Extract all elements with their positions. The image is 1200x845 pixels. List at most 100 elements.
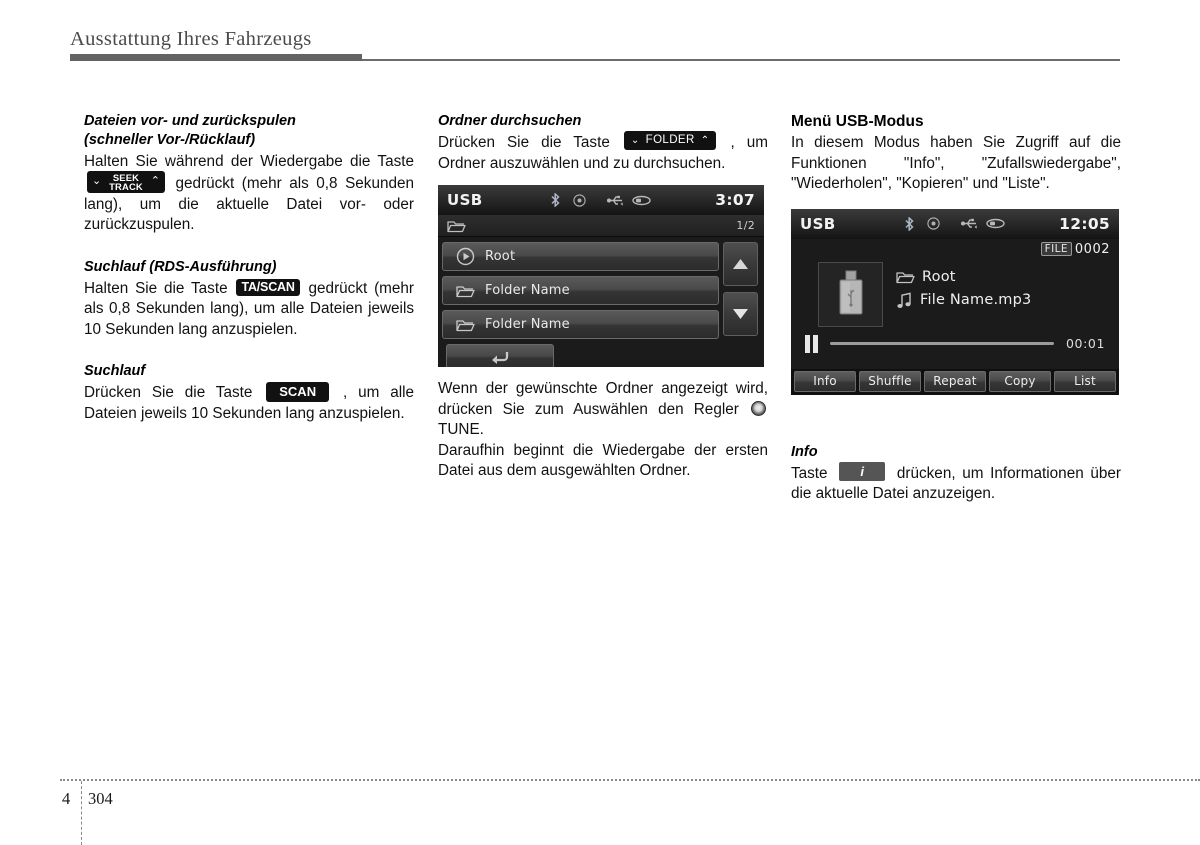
- heading-usb-menu: Menü USB-Modus: [791, 113, 924, 130]
- footer-divider: [60, 779, 1200, 781]
- text-before-seek-key: Halten Sie während der Wiedergabe die Ta…: [84, 153, 414, 170]
- softkey-list[interactable]: List: [1054, 370, 1116, 392]
- list-item[interactable]: Folder Name: [442, 310, 719, 339]
- softkey-shuffle[interactable]: Shuffle: [859, 370, 921, 392]
- chevron-up-icon: ⌃: [700, 134, 710, 146]
- softkey-repeat[interactable]: Repeat: [924, 370, 986, 392]
- footer-chapter-number: 4: [62, 789, 71, 808]
- chevron-up-icon: ⌃: [150, 174, 160, 187]
- heading-scan: Suchlauf: [84, 363, 146, 379]
- screen-list-area: Root Folder Name Folder Name: [438, 237, 764, 367]
- back-button[interactable]: [446, 344, 554, 367]
- paragraph-scan: Drücken Sie die Taste SCAN , um alle Dat…: [84, 382, 414, 424]
- list-item[interactable]: Folder Name: [442, 276, 719, 305]
- folder-icon: [456, 318, 475, 332]
- usb-icon: [607, 195, 625, 206]
- paragraph-browse-folder: Drücken Sie die Taste ⌄ FOLDER ⌃ , um Or…: [438, 131, 768, 174]
- paragraph-usb-menu: In diesem Modus haben Sie Zugriff auf di…: [791, 134, 1121, 192]
- file-meta-row: File Name.mp3: [896, 292, 1031, 309]
- column-middle: Ordner durchsuchen Drücken Sie die Taste…: [438, 112, 768, 482]
- list-item-label: Folder Name: [485, 283, 570, 298]
- screen-status-bar: USB: [438, 185, 764, 215]
- folder-icon: [456, 284, 475, 298]
- pause-icon[interactable]: [805, 334, 818, 353]
- footer-page-number: 304: [88, 789, 113, 808]
- source-label: USB: [800, 214, 836, 233]
- column-left: Dateien vor- und zurückspulen (schneller…: [84, 112, 414, 424]
- list-item[interactable]: Root: [442, 242, 719, 271]
- scroll-down-button[interactable]: [723, 292, 758, 336]
- heading-fast-forward-rewind: Dateien vor- und zurückspulen (schneller…: [84, 112, 414, 150]
- source-label: USB: [447, 191, 483, 209]
- text-before-folder-key: Drücken Sie die Taste: [438, 134, 610, 151]
- chevron-down-icon: ⌄: [630, 134, 640, 146]
- paragraph-playback-start: Daraufhin beginnt die Wiedergabe der ers…: [438, 441, 768, 480]
- header-rule-thin: [362, 59, 1120, 61]
- scrollbar[interactable]: [723, 242, 758, 342]
- tune-knob-icon: [751, 400, 766, 416]
- file-badge-label: FILE: [1040, 242, 1072, 256]
- paragraph-fast-forward-rewind: Halten Sie während der Wiedergabe die Ta…: [84, 152, 414, 236]
- seek-track-key: ⌄ SEEK TRACK ⌃: [87, 170, 165, 193]
- heading-info: Info: [791, 443, 818, 460]
- paragraph-info: Taste i drücken, um Informationen über d…: [791, 461, 1121, 505]
- column-right: Menü USB-Modus In diesem Modus haben Sie…: [791, 112, 1121, 505]
- scan-key: SCAN: [266, 382, 330, 402]
- screen-path-bar: 1/2: [438, 215, 764, 237]
- music-note-icon: [896, 292, 913, 309]
- folder-icon: [447, 219, 466, 233]
- text-before-info-key: Taste: [791, 464, 828, 482]
- bluetooth-icon: [905, 216, 914, 231]
- text-before-scan-key: Drücken Sie die Taste: [84, 384, 253, 402]
- heading-browse-folder: Ordner durchsuchen: [438, 113, 582, 129]
- paragraph-scan-rds: Halten Sie die Taste TA/SCAN gedrückt (m…: [84, 278, 414, 341]
- paragraph-select-folder: Wenn der gewünschte Ordner angezeigt wir…: [438, 379, 768, 441]
- file-number-badge: FILE 0002: [1040, 241, 1110, 257]
- progress-slider[interactable]: [830, 342, 1054, 345]
- heading-scan-rds: Suchlauf (RDS-Ausführung): [84, 258, 277, 275]
- file-name: File Name.mp3: [920, 292, 1032, 308]
- track-label: TRACK: [109, 180, 143, 192]
- head-unit-player-screen: USB 12:05 FILE 0002 Root File Name.mp3 0…: [791, 208, 1119, 395]
- playback-bar: 00:01: [791, 334, 1119, 353]
- soft-key-bar: Info Shuffle Repeat Copy List: [791, 368, 1119, 395]
- usb-stick-icon: [836, 270, 866, 318]
- ta-scan-key: TA/SCAN: [236, 278, 300, 297]
- usb-plug-icon: [986, 218, 1005, 229]
- folder-key: ⌄ FOLDER ⌃: [623, 131, 717, 151]
- usb-icon: [961, 218, 979, 229]
- text-tune-label: TUNE.: [438, 421, 484, 438]
- screen-status-bar: USB: [791, 208, 1119, 239]
- folder-meta-row: Root: [896, 269, 1031, 285]
- triangle-up-icon: [733, 259, 748, 269]
- manual-page: Ausstattung Ihres Fahrzeugs Dateien vor-…: [0, 0, 1200, 845]
- heading-line-1: Dateien vor- und zurückspulen: [84, 113, 296, 129]
- clock: 3:07: [715, 191, 755, 209]
- softkey-info[interactable]: Info: [794, 370, 856, 392]
- play-circle-icon: [456, 247, 475, 266]
- disc-icon: [573, 193, 586, 207]
- text-before-tascan-key: Halten Sie die Taste: [84, 279, 228, 297]
- page-indicator: 1/2: [736, 219, 755, 232]
- scroll-up-button[interactable]: [723, 242, 758, 286]
- page-header: Ausstattung Ihres Fahrzeugs: [70, 28, 1130, 62]
- usb-plug-icon: [632, 195, 651, 206]
- album-art-box: [818, 261, 883, 327]
- elapsed-time: 00:01: [1065, 336, 1105, 351]
- header-rule-thick: [70, 54, 362, 61]
- bluetooth-icon: [551, 193, 560, 207]
- page-title: Ausstattung Ihres Fahrzeugs: [70, 28, 312, 50]
- folder-icon: [896, 270, 915, 284]
- softkey-copy[interactable]: Copy: [989, 370, 1051, 392]
- clock: 12:05: [1059, 214, 1110, 233]
- list-item-label: Root: [485, 249, 516, 264]
- disc-icon: [927, 217, 940, 230]
- triangle-down-icon: [733, 309, 748, 319]
- file-badge-number: 0002: [1074, 241, 1110, 257]
- info-key: i: [839, 461, 886, 481]
- heading-line-2: (schneller Vor-/Rücklauf): [84, 132, 256, 148]
- footer-vertical-divider: [81, 781, 82, 845]
- now-playing-meta: Root File Name.mp3: [896, 269, 1031, 316]
